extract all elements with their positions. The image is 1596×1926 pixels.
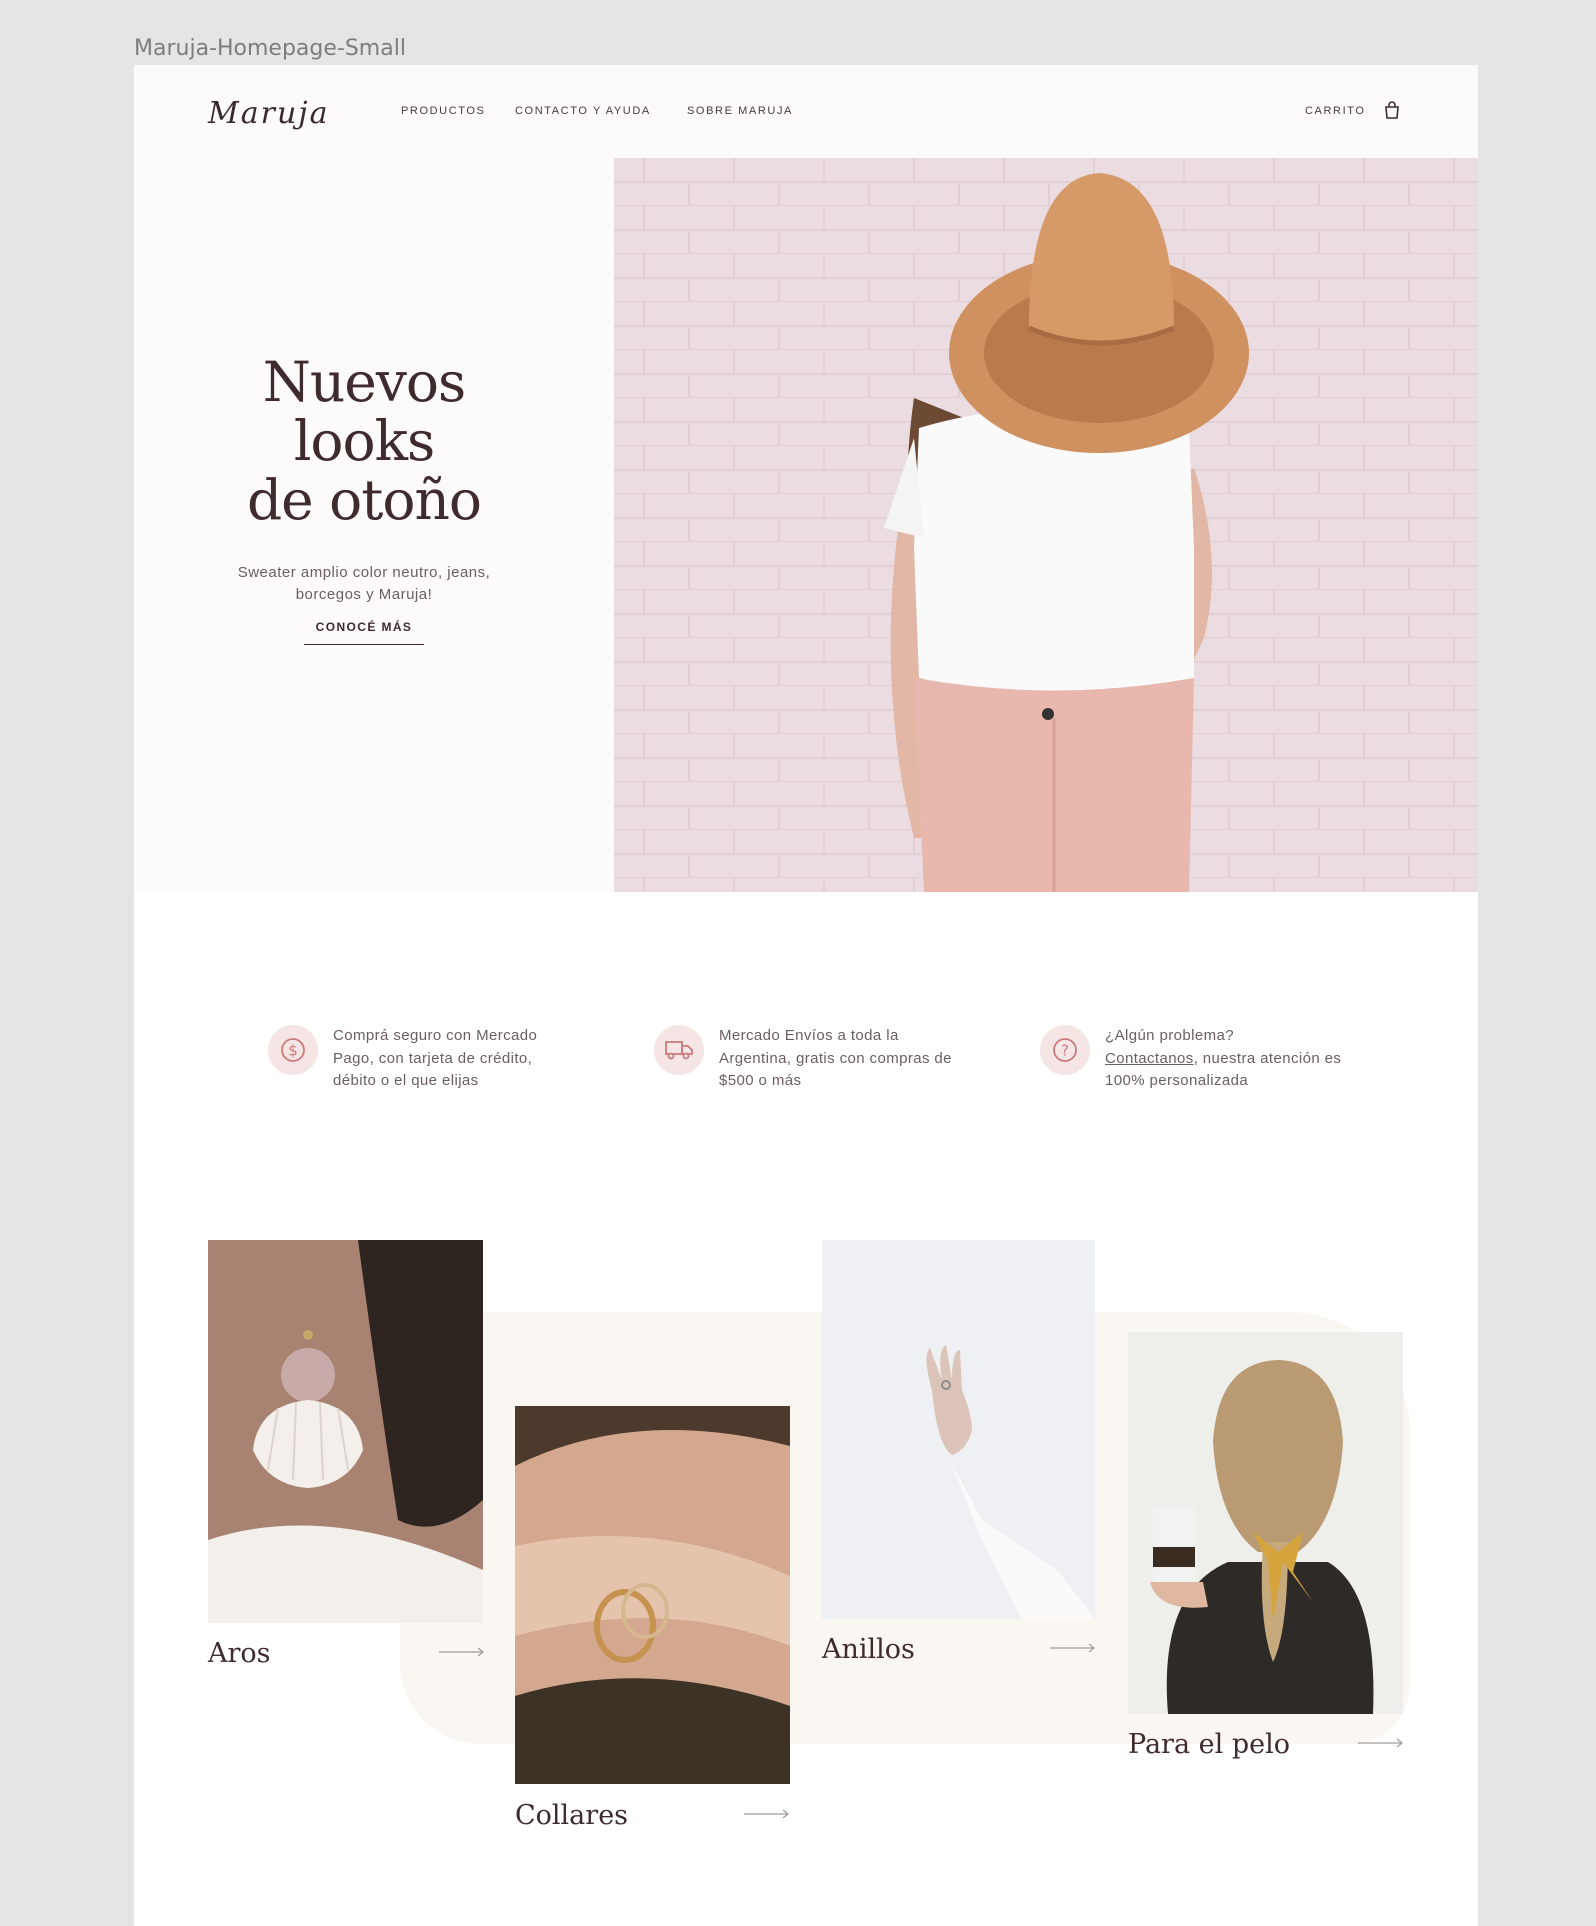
- hero-photo-illustration: [614, 158, 1478, 892]
- hero-title-line: Nuevos: [262, 350, 467, 414]
- category-label-para-el-pelo[interactable]: Para el pelo: [1128, 1729, 1290, 1760]
- feature-payment: $ Comprá seguro con Mercado Pago, con ta…: [268, 1025, 588, 1105]
- truck-icon: [654, 1025, 704, 1075]
- nav-sobre-maruja[interactable]: SOBRE MARUJA: [687, 105, 793, 117]
- site-header: Maruja PRODUCTOS CONTACTO Y AYUDA SOBRE …: [134, 65, 1478, 158]
- arrow-right-icon[interactable]: [744, 1809, 790, 1819]
- homepage-artboard: Maruja PRODUCTOS CONTACTO Y AYUDA SOBRE …: [134, 65, 1478, 1926]
- svg-text:$: $: [288, 1042, 298, 1060]
- hero-title-line: looks: [293, 409, 435, 473]
- hero-photo: [614, 158, 1478, 892]
- maruja-logo[interactable]: Maruja: [208, 87, 343, 139]
- hero-text-panel: Nuevos looks de otoño Sweater amplio col…: [134, 158, 614, 892]
- feature-support: ? ¿Algún problema? Contactanos, nuestra a…: [1040, 1025, 1360, 1105]
- feature-text: Mercado Envíos a toda la Argentina, grat…: [719, 1027, 952, 1089]
- frame-label: Maruja-Homepage-Small: [134, 36, 406, 61]
- cart-link[interactable]: CARRITO: [1305, 105, 1366, 117]
- dollar-icon: $: [268, 1025, 318, 1075]
- hero-subtitle: Sweater amplio color neutro, jeans, borc…: [237, 564, 491, 603]
- category-image-anillos[interactable]: [822, 1240, 1095, 1619]
- arrow-right-icon[interactable]: [439, 1647, 485, 1657]
- category-image-aros[interactable]: [208, 1240, 483, 1623]
- feature-text: Comprá seguro con Mercado Pago, con tarj…: [333, 1027, 538, 1089]
- category-label-anillos[interactable]: Anillos: [822, 1634, 915, 1665]
- arrow-right-icon[interactable]: [1050, 1643, 1096, 1653]
- svg-text:?: ?: [1061, 1042, 1069, 1060]
- category-image-collares[interactable]: [515, 1406, 790, 1784]
- nav-contacto-y-ayuda[interactable]: CONTACTO Y AYUDA: [515, 105, 651, 117]
- nav-productos[interactable]: PRODUCTOS: [401, 105, 485, 117]
- feature-shipping: Mercado Envíos a toda la Argentina, grat…: [654, 1025, 974, 1105]
- hero-title: Nuevos looks de otoño: [134, 353, 594, 530]
- feature-text: ¿Algún problema? Contactanos, nuestra ate…: [1105, 1025, 1345, 1093]
- question-icon: ?: [1040, 1025, 1090, 1075]
- category-label-collares[interactable]: Collares: [515, 1800, 628, 1831]
- category-label-aros[interactable]: Aros: [208, 1638, 271, 1669]
- category-image-para-el-pelo[interactable]: [1128, 1332, 1403, 1714]
- feature-text-intro: ¿Algún problema?: [1105, 1027, 1234, 1044]
- arrow-right-icon[interactable]: [1358, 1738, 1404, 1748]
- shopping-bag-icon[interactable]: [1384, 101, 1400, 119]
- hero-title-line: de otoño: [246, 468, 482, 532]
- contactanos-link[interactable]: Contactanos: [1105, 1050, 1194, 1067]
- conoce-mas-button[interactable]: CONOCÉ MÁS: [304, 620, 424, 645]
